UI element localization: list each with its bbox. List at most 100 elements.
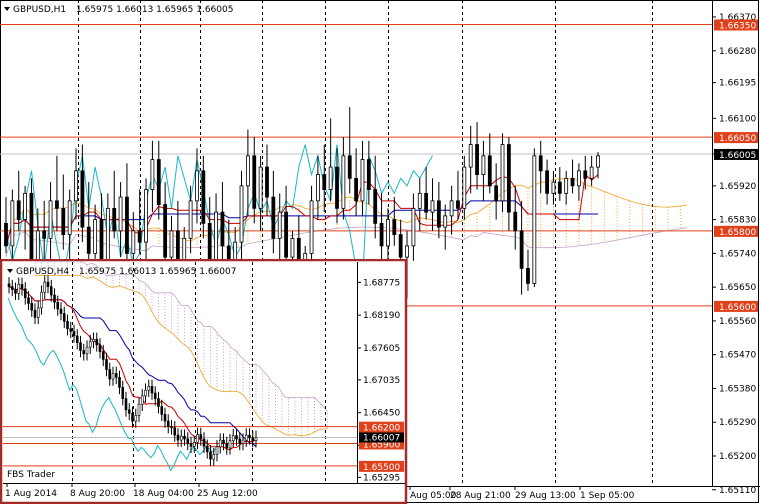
inset-candle-body <box>56 301 60 310</box>
inset-candle-body <box>212 454 216 460</box>
inset-candle-body <box>248 434 251 439</box>
inset-candle-body <box>98 344 102 352</box>
candle-body <box>386 219 390 247</box>
candle-body <box>392 219 397 236</box>
candle-body <box>10 200 15 247</box>
inset-candle-body <box>150 386 154 394</box>
inset-candle-body <box>127 409 131 414</box>
candle-body <box>245 155 250 187</box>
inset-candle-body <box>251 437 255 441</box>
inset-candle-body <box>231 435 235 441</box>
inset-level-label: 1.65500 <box>363 463 400 473</box>
candle-body <box>462 166 467 209</box>
inset-candle-body <box>147 386 151 391</box>
candle-body <box>373 189 378 224</box>
inset-candle-body <box>62 313 66 322</box>
inset-candle-body <box>254 437 258 441</box>
candle-body <box>354 177 359 202</box>
inset-candle-body <box>124 398 128 411</box>
candle-body <box>405 245 409 258</box>
candle-body <box>150 159 155 190</box>
inset-candle-body <box>85 346 89 355</box>
candle-body <box>347 155 352 179</box>
inset-candle-body <box>101 351 105 360</box>
inset-price-tick-label: 1.68190 <box>363 311 400 321</box>
watermark: FBS Trader <box>7 470 55 480</box>
time-tick-label: 28 Aug 21:00 <box>450 491 511 501</box>
inset-candle-body <box>75 335 79 343</box>
time-tick-label: 29 Aug 13:00 <box>515 491 576 501</box>
inset-candle-body <box>23 288 27 299</box>
inset-candle-body <box>72 331 76 337</box>
main-symbol: GBPUSD,H1 <box>13 5 66 15</box>
candle-body <box>220 211 225 247</box>
inset-candle-body <box>79 342 82 351</box>
inset-candle-body <box>7 283 11 287</box>
candle-body <box>487 155 492 187</box>
price-tick-label: 1.65290 <box>719 418 756 428</box>
candle-body <box>519 230 524 269</box>
candle-body <box>188 200 193 239</box>
candle-body <box>328 166 333 190</box>
inset-candle-body <box>92 338 95 342</box>
price-tick-label: 1.66100 <box>719 114 756 124</box>
inset-candle-body <box>40 291 43 309</box>
inset-candle-body <box>59 308 63 314</box>
candle-body <box>557 181 562 194</box>
candle-body <box>398 234 403 258</box>
inset-candle-body <box>163 414 167 422</box>
inset-candle-body <box>215 446 219 455</box>
inset-candle-body <box>153 392 157 399</box>
candle-body <box>583 170 588 179</box>
candle-body <box>16 200 21 221</box>
inset-price-tick-label: 1.67605 <box>363 344 400 354</box>
candle-body <box>424 192 429 213</box>
candle-body <box>144 189 148 243</box>
inset-candle-body <box>183 435 186 440</box>
time-tick-label: 1 Sep 05:00 <box>580 491 635 501</box>
inset-candle-body <box>225 443 229 449</box>
candle-body <box>74 170 78 202</box>
inset-candle-body <box>82 350 86 355</box>
inset-header: GBPUSD,H4 1.65975 1.66013 1.65965 1.6600… <box>7 267 236 277</box>
price-tick-label: 1.65560 <box>719 317 756 327</box>
candle-body <box>131 230 136 254</box>
inset-price-tick-label: 1.67035 <box>363 376 400 386</box>
inset-candle-body <box>202 438 206 447</box>
inset-candle-body <box>144 389 147 397</box>
inset-candle-body <box>218 439 222 448</box>
inset-candle-body <box>189 443 193 447</box>
inset-price-tick-label: 1.68775 <box>363 278 400 288</box>
inset-candle-body <box>66 321 69 329</box>
candle-body <box>379 222 384 247</box>
candle-body <box>309 200 314 254</box>
candle-body <box>577 170 581 187</box>
candle-body <box>538 155 543 172</box>
candle-body <box>265 166 269 198</box>
inset-candle-body <box>114 373 118 378</box>
price-tick-label: 1.65920 <box>719 182 756 192</box>
inset-current-price-label: 1.66007 <box>363 433 400 443</box>
inset-candle-body <box>10 286 14 290</box>
inset-candle-body <box>33 309 37 318</box>
inset-candle-body <box>199 434 203 440</box>
candle-body <box>277 211 282 239</box>
candle-body <box>290 237 295 258</box>
candle-body <box>430 200 435 213</box>
candle-body <box>42 230 47 239</box>
inset-candle-body <box>69 328 73 332</box>
inset-candle-body <box>140 395 144 405</box>
inset-chart[interactable]: 1.687751.681901.676051.670351.664501.658… <box>0 259 408 504</box>
inset-candle-body <box>241 439 245 444</box>
current-price-label: 1.66005 <box>719 151 756 161</box>
inset-candle-body <box>166 420 170 427</box>
candle-body <box>500 144 505 202</box>
candle-body <box>443 215 448 228</box>
inset-candle-body <box>53 294 56 303</box>
candle-body <box>29 192 34 262</box>
price-tick-label: 1.65380 <box>719 384 756 394</box>
inset-candle-body <box>228 440 232 449</box>
price-tick-label: 1.66280 <box>719 47 756 57</box>
candle-body <box>284 211 288 258</box>
inset-candle-body <box>108 369 112 380</box>
